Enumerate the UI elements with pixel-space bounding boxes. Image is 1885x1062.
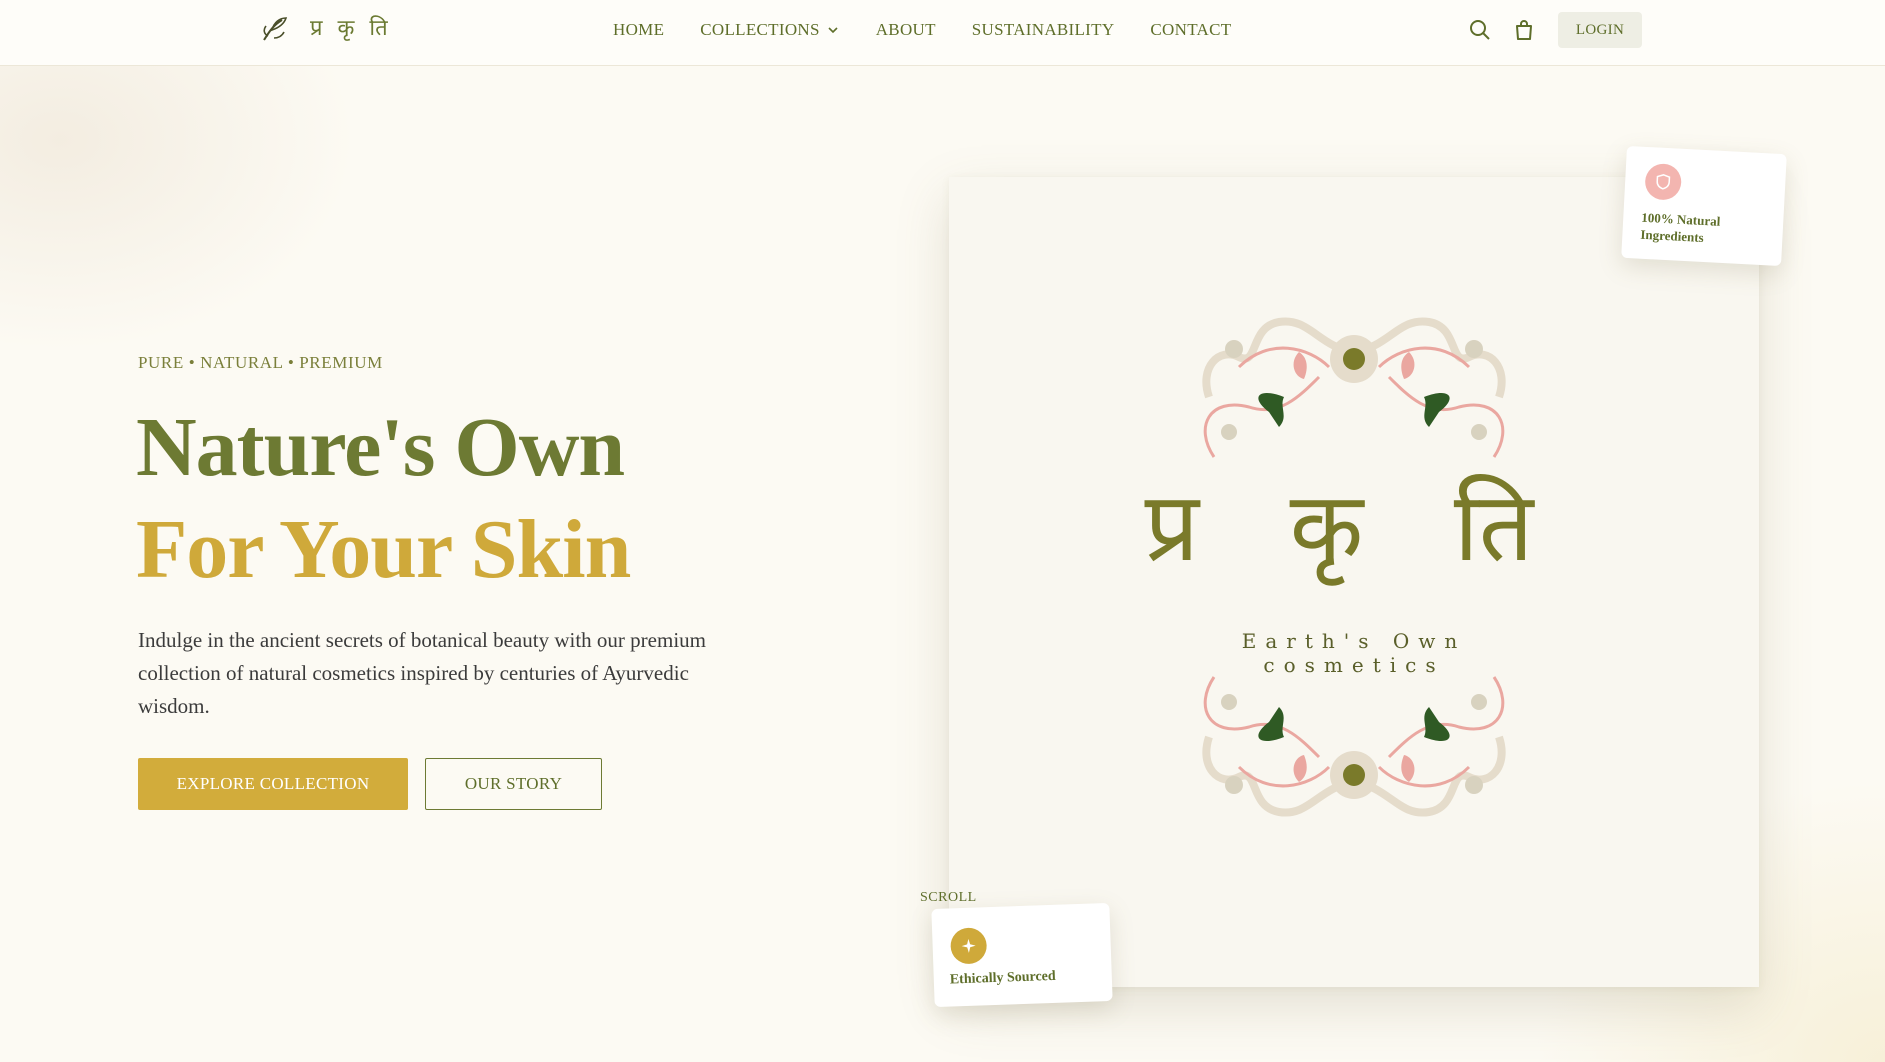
ethical-badge-text: Ethically Sourced (949, 968, 1056, 988)
nav-collections[interactable]: COLLECTIONS (700, 20, 839, 40)
bottom-floral-frame (1202, 676, 1506, 817)
nav-home[interactable]: HOME (613, 20, 664, 40)
brand-logo[interactable]: प्र कृ ति (258, 12, 392, 46)
ethically-sourced-badge: Ethically Sourced (931, 902, 1113, 1008)
hero-description: Indulge in the ancient secrets of botani… (138, 628, 706, 718)
site-header: प्र कृ ति HOME COLLECTIONS ABOUT SUSTAIN… (0, 0, 1885, 66)
our-story-button[interactable]: OUR STORY (425, 758, 602, 810)
nav-about[interactable]: ABOUT (876, 20, 936, 40)
top-floral-frame (1202, 317, 1506, 458)
hero-eyebrow: PURE • NATURAL • PREMIUM (138, 353, 383, 372)
chevron-down-icon (828, 27, 838, 34)
leaf-logo-icon (263, 17, 288, 41)
natural-badge-text: 100% Natural Ingredients (1640, 209, 1721, 246)
scroll-indicator[interactable]: SCROLL (920, 890, 977, 906)
search-icon[interactable] (1468, 18, 1492, 42)
nav-sustainability[interactable]: SUSTAINABILITY (972, 20, 1115, 40)
sparkle-icon (961, 938, 976, 953)
badge-dot-natural (1644, 162, 1683, 201)
shopping-bag-icon[interactable] (1512, 18, 1536, 42)
card-subtitle-line2: cosmetics (1263, 653, 1445, 677)
nav-collections-label: COLLECTIONS (700, 20, 820, 39)
card-subtitle-line1: Earth's Own (1241, 629, 1467, 653)
shield-icon (1656, 174, 1671, 190)
nav-contact[interactable]: CONTACT (1150, 20, 1231, 40)
main-nav: HOME COLLECTIONS ABOUT SUSTAINABILITY CO… (613, 0, 1267, 60)
login-button[interactable]: LOGIN (1558, 12, 1642, 48)
brand-name: प्र कृ ति (310, 16, 392, 41)
natural-ingredients-badge: 100% Natural Ingredients (1621, 145, 1787, 267)
brand-card: प्र कृ ति Earth's Own cosmetics (949, 177, 1759, 987)
card-brand-wordmark: प्र कृ ति (1144, 471, 1564, 583)
badge-dot-ethical (950, 927, 988, 965)
hero-title-line1: Nature's Own (136, 401, 625, 494)
hero-title-line2: For Your Skin (136, 503, 631, 596)
explore-collection-button[interactable]: EXPLORE COLLECTION (138, 758, 408, 810)
